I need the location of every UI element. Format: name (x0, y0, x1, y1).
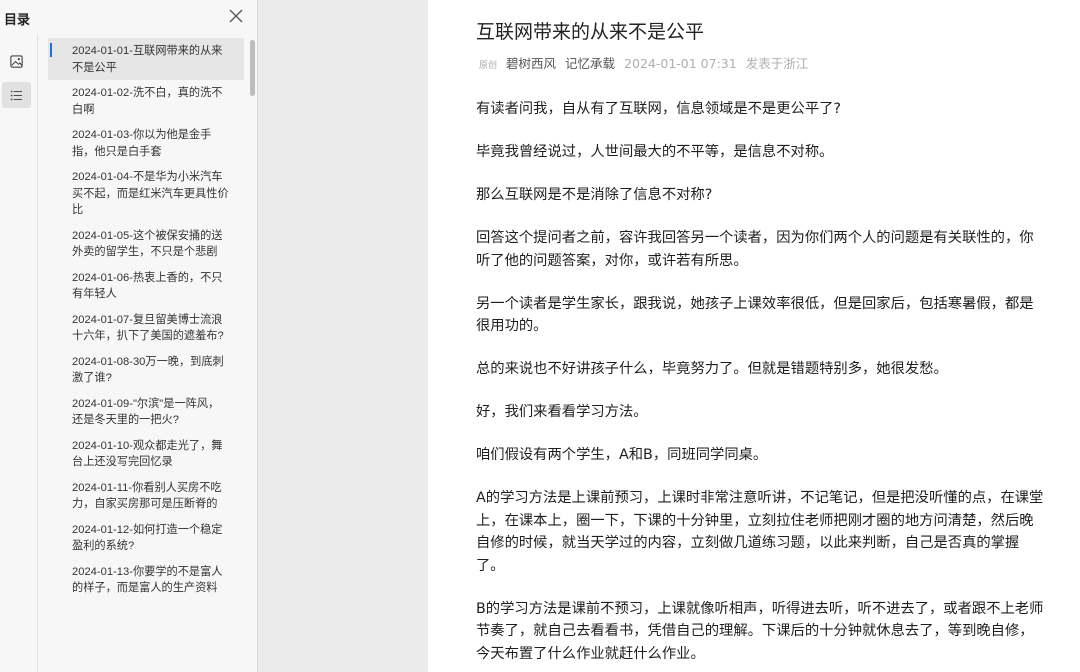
close-icon[interactable] (226, 6, 246, 26)
paragraph: 回答这个提问者之前，容许我回答另一个读者，因为你们两个人的问题是有关联性的，你听… (476, 230, 1034, 269)
article-title: 互联网带来的从来不是公平 (476, 21, 705, 43)
toc-item[interactable]: 2024-01-07-复旦留美博士流浪十六年，扒下了美国的遮羞布? (48, 307, 244, 349)
toc-item[interactable]: 2024-01-02-洗不白，真的洗不白啊 (48, 80, 244, 122)
toc-title: 目录 (4, 13, 31, 28)
paragraph: 另一个读者是学生家长，跟我说，她孩子上课效率很低，但是回家后，包括寒暑假，都是很… (476, 295, 1034, 335)
paragraph: B的学习方法是课前不预习，上课就像听相声，听得进去听，听不进去了，或者跟不上老师… (476, 600, 1044, 662)
toc-item[interactable]: 2024-01-08-30万一晚，到底刺激了谁? (48, 349, 244, 391)
toc-item[interactable]: 2024-01-09-"尔滨"是一阵风，还是冬天里的一把火? (48, 391, 244, 433)
article-body: 有读者问我，自从有了互联网，信息领域是不是更公平了? 毕竟我曾经说过，人世间最大… (476, 98, 1044, 672)
paragraph: 咱们假设有两个学生，A和B，同班同学同桌。 (476, 447, 768, 463)
toc-item[interactable]: 2024-01-12-如何打造一个稳定盈利的系统? (48, 517, 244, 559)
toc-item[interactable]: 2024-01-06-热衷上香的，不只有年轻人 (48, 265, 244, 307)
article-meta: 原创 碧树西风 记忆承载 2024-01-01 07:31 发表于浙江 (479, 53, 808, 72)
toc-item[interactable]: 2024-01-13-你要学的不是富人的样子，而是富人的生产资料 (48, 559, 244, 601)
toc-item[interactable]: 2024-01-05-这个被保安捅的送外卖的留学生，不只是个悲剧 (48, 223, 244, 265)
toc-header: 目录 (0, 0, 258, 34)
author-name[interactable]: 碧树西风 (506, 53, 556, 72)
toc-item[interactable]: 2024-01-11-你看别人买房不吃力，自家买房那可是压断脊的 (48, 475, 244, 517)
original-tag: 原创 (479, 61, 498, 71)
toc-item[interactable]: 2024-01-04-不是华为小米汽车买不起，而是红米汽车更具性价比 (48, 164, 244, 223)
thumbnail-view-icon[interactable] (2, 48, 31, 74)
paragraph: A的学习方法是上课前预习，上课时非常注意听讲，不记笔记，但是把没听懂的点，在课堂… (476, 490, 1044, 574)
outline-list-icon[interactable] (2, 82, 31, 108)
paragraph: 总的来说也不好讲孩子什么，毕竟努力了。但就是错题特别多，她很发愁。 (476, 361, 948, 377)
paragraph: 有读者问我，自从有了互联网，信息领域是不是更公平了? (476, 101, 842, 117)
account-name[interactable]: 记忆承载 (565, 53, 615, 72)
side-rail (0, 34, 38, 672)
document-page: 互联网带来的从来不是公平 原创 碧树西风 记忆承载 2024-01-01 07:… (428, 0, 1080, 672)
paragraph: 好，我们来看看学习方法。 (476, 404, 648, 420)
toc-panel: 目录 2024-01-01-互联网带来的从来不是公平 2024-01-02-洗不… (0, 0, 258, 672)
publish-location: 发表于浙江 (745, 56, 809, 71)
toc-item[interactable]: 2024-01-10-观众都走光了，舞台上还没写完回忆录 (48, 433, 244, 475)
publish-date: 2024-01-01 07:31 (624, 56, 737, 71)
paragraph: 那么互联网是不是消除了信息不对称? (476, 187, 713, 203)
toc-item[interactable]: 2024-01-01-互联网带来的从来不是公平 (48, 38, 244, 80)
toc-list: 2024-01-01-互联网带来的从来不是公平 2024-01-02-洗不白，真… (48, 38, 244, 672)
toc-item[interactable]: 2024-01-03-你以为他是金手指，他只是白手套 (48, 122, 244, 164)
toc-scrollbar[interactable] (250, 40, 255, 96)
paragraph: 毕竟我曾经说过，人世间最大的不平等，是信息不对称。 (476, 144, 834, 160)
